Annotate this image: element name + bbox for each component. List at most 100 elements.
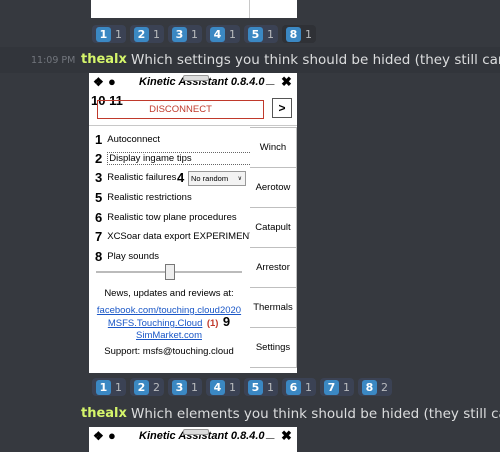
reaction-count: 1 [229,380,236,394]
option-realistic-failures[interactable]: 3 Realistic failures [95,170,176,185]
arrestor-label: Arrestor [256,262,290,273]
keycap-8-icon: 8 [286,26,301,42]
failure-select-value: No random [191,174,229,183]
minimize-icon[interactable]: _ [266,427,274,441]
option-label: Autoconnect [107,134,161,145]
option-tow-plane[interactable]: 6 Realistic tow plane procedures [95,210,237,225]
chevron-right-icon: > [278,101,286,115]
option-label: Realistic failures [107,172,177,183]
simmarket-link[interactable]: SimMarket.com [136,330,202,341]
reaction-count: 1 [267,380,274,394]
pin-icon[interactable]: ❖ [93,429,104,443]
message-author[interactable]: thealx [81,406,127,421]
reaction-8[interactable]: 81 [282,25,316,43]
arrestor-button[interactable]: Arrestor [250,247,297,288]
option-play-sounds[interactable]: 8 Play sounds [95,249,159,264]
option-label: Play sounds [107,251,159,262]
drag-handle[interactable] [183,75,209,81]
message-text: Which elements you think should be hided… [131,406,500,422]
option-label: Realistic tow plane procedures [107,212,237,223]
reaction-5[interactable]: 51 [244,25,278,43]
reaction-1[interactable]: 11 [92,378,126,396]
disconnect-button[interactable]: DISCONNECT [97,100,264,119]
news-text: News, updates and reviews at: [104,288,234,299]
window-titlebar[interactable]: ❖ ● Kinetic Assistant 0.8.4.0 _ ✖ [89,427,297,447]
keycap-3-icon: 3 [172,379,187,395]
pin-icon[interactable]: ❖ [93,75,104,89]
option-label: Display ingame tips [107,152,256,165]
message-author[interactable]: thealx [81,52,127,67]
annotation-number: 7 [95,229,103,244]
reaction-bar-bottom: 11 22 31 41 51 61 71 82 [92,378,392,396]
keycap-6-icon: 6 [286,379,301,395]
keycap-5-icon: 5 [248,26,263,42]
option-display-tips[interactable]: 2 Display ingame tips [95,151,256,166]
keycap-7-icon: 7 [324,379,339,395]
keycap-4-icon: 4 [210,26,225,42]
reaction-6[interactable]: 61 [282,378,316,396]
reaction-3[interactable]: 31 [168,25,202,43]
reaction-4[interactable]: 41 [206,378,240,396]
kinetic-assistant-window-2: ❖ ● Kinetic Assistant 0.8.4.0 _ ✖ [89,427,297,452]
minimize-icon[interactable]: _ [266,73,274,87]
dot-icon[interactable]: ● [108,428,116,443]
window-titlebar[interactable]: ❖ ● Kinetic Assistant 0.8.4.0 _ ✖ [89,73,297,93]
dot-icon[interactable]: ● [108,74,116,89]
reaction-count: 1 [153,27,160,41]
winch-button[interactable]: Winch [250,127,297,168]
option-xcsoar[interactable]: 7 XCSoar data export EXPERIMENT. [95,229,257,244]
close-icon[interactable]: ✖ [281,428,292,444]
reaction-2[interactable]: 22 [130,378,164,396]
annotation-number: 1 [95,132,103,147]
next-button[interactable]: > [272,98,292,118]
volume-slider-thumb[interactable] [165,264,175,280]
keycap-1-icon: 1 [96,379,111,395]
reaction-bar-top: 11 21 31 41 51 81 [92,25,316,43]
winch-label: Winch [259,142,287,153]
reaction-1[interactable]: 11 [92,25,126,43]
reaction-count: 2 [153,380,160,394]
support-text: Support: msfs@touching.cloud [104,346,234,357]
keycap-4-icon: 4 [210,379,225,395]
option-realistic-restrictions[interactable]: 5 Realistic restrictions [95,190,192,205]
kinetic-assistant-window: ❖ ● Kinetic Assistant 0.8.4.0 _ ✖ 10 11 … [89,73,297,373]
annotation-number: 8 [95,249,103,264]
reaction-count: 1 [305,27,312,41]
reaction-count: 2 [381,380,388,394]
annotation-number: 2 [95,151,103,166]
option-label: Realistic restrictions [107,192,192,203]
reaction-8[interactable]: 82 [358,378,392,396]
message-text: Which settings you think should be hided… [131,52,500,68]
failure-select[interactable]: No random ∨ [188,171,246,186]
catapult-label: Catapult [255,222,291,233]
reaction-count: 1 [191,27,198,41]
message-timestamp: 11:09 PM [31,55,76,66]
catapult-button[interactable]: Catapult [250,207,297,248]
drag-handle[interactable] [183,429,209,435]
reaction-count: 1 [343,380,350,394]
annotation-number: 3 [95,170,103,185]
reaction-3[interactable]: 31 [168,378,202,396]
reaction-7[interactable]: 71 [320,378,354,396]
thermals-button[interactable]: Thermals [250,287,297,328]
chevron-down-icon: ∨ [237,176,242,182]
option-autoconnect[interactable]: 1 Autoconnect [95,132,160,147]
annotation-number: 5 [95,190,103,205]
divider [89,125,297,126]
keycap-8-icon: 8 [362,379,377,395]
reaction-count: 1 [115,27,122,41]
keycap-2-icon: 2 [134,26,149,42]
settings-button[interactable]: Settings [250,327,297,368]
close-icon[interactable]: ✖ [281,74,292,90]
reaction-2[interactable]: 21 [130,25,164,43]
reaction-count: 1 [191,380,198,394]
keycap-2-icon: 2 [134,379,149,395]
reaction-4[interactable]: 41 [206,25,240,43]
reaction-count: 1 [267,27,274,41]
disconnect-label: DISCONNECT [149,104,212,115]
thermals-label: Thermals [253,302,293,313]
aerotow-button[interactable]: Aerotow [250,167,297,208]
reaction-5[interactable]: 51 [244,378,278,396]
reaction-count: 1 [229,27,236,41]
keycap-3-icon: 3 [172,26,187,42]
